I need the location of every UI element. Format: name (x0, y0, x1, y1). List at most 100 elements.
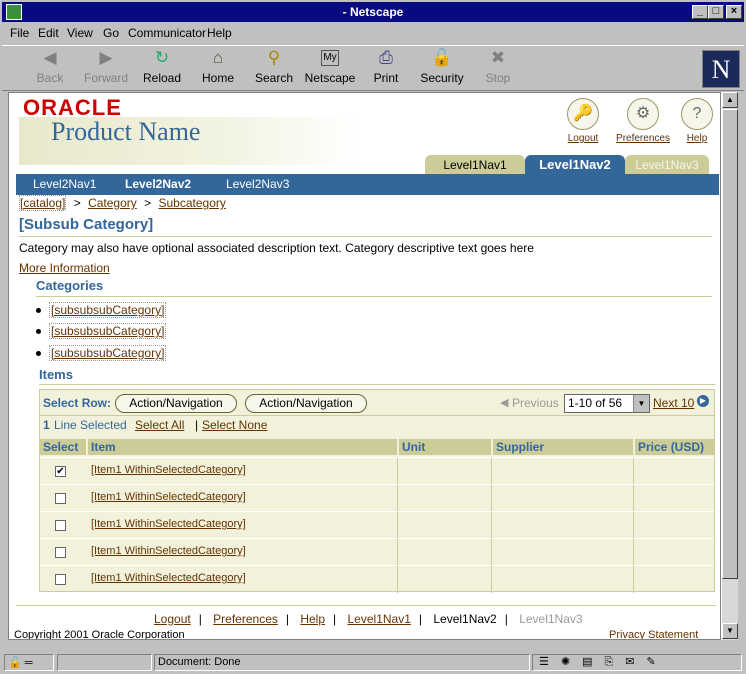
help-link[interactable]: Help (687, 133, 708, 144)
previous-link[interactable]: Previous (512, 396, 559, 410)
home-button[interactable]: ⌂ Home (190, 48, 246, 90)
column-header-price[interactable]: Price (USD) (635, 439, 714, 455)
close-button[interactable]: × (726, 5, 742, 19)
lock-icon: 🔓 (431, 48, 453, 67)
logout-icon: 🔑 (567, 98, 599, 130)
security-button[interactable]: 🔓 Security (414, 48, 470, 90)
home-icon: ⌂ (212, 48, 224, 67)
scroll-up-icon[interactable]: ▲ (722, 92, 738, 108)
page-range-select[interactable]: 1-10 of 56 ▼ (564, 394, 650, 413)
footer-level1nav3-link[interactable]: Level1Nav3 (519, 612, 582, 626)
minimize-button[interactable]: _ (692, 5, 708, 19)
price-cell (633, 512, 714, 539)
item-link[interactable]: [Item1 WithinSelectedCategory] (91, 572, 246, 584)
item-link[interactable]: [Item1 WithinSelectedCategory] (91, 464, 246, 476)
scroll-thumb[interactable] (722, 109, 738, 579)
window-title: - Netscape (342, 5, 404, 19)
footer-help-link[interactable]: Help (300, 612, 325, 626)
logout-link[interactable]: Logout (568, 133, 599, 144)
price-cell (633, 566, 714, 593)
stop-button[interactable]: ✖ Stop (470, 48, 526, 90)
row-select-checkbox[interactable] (55, 493, 66, 504)
chevron-down-icon[interactable]: ▼ (633, 395, 649, 412)
subcategory-link[interactable]: [subsubsubCategory] (49, 302, 167, 318)
forward-button[interactable]: ▶ Forward (78, 48, 134, 90)
column-header-supplier[interactable]: Supplier (493, 439, 633, 455)
row-select-checkbox[interactable] (55, 574, 66, 585)
search-button[interactable]: ⚲ Search (246, 48, 302, 90)
product-name: Product Name (51, 117, 201, 146)
unit-cell (397, 458, 491, 485)
level2-nav-bar: Level2Nav1 Level2Nav2 Level2Nav3 (16, 174, 719, 195)
my-netscape-icon: My (321, 50, 339, 66)
row-select-checkbox[interactable]: ✔ (55, 466, 66, 477)
global-help[interactable]: ? Help (679, 98, 715, 144)
column-header-item[interactable]: Item (88, 439, 397, 455)
action-navigation-button[interactable]: Action/Navigation (115, 394, 237, 413)
security-status[interactable]: 🔓 ═ (4, 654, 54, 671)
row-select-checkbox[interactable] (55, 547, 66, 558)
footer-preferences-link[interactable]: Preferences (213, 612, 278, 626)
back-button[interactable]: ◀ Back (22, 48, 78, 90)
action-navigation-button[interactable]: Action/Navigation (245, 394, 367, 413)
next-arrow-icon[interactable]: ▶ (697, 395, 709, 407)
vertical-scrollbar[interactable]: ▲ ▼ (721, 92, 738, 640)
menu-communicator[interactable]: Communicator (128, 26, 206, 40)
navigation-toolbar: ◀ Back ▶ Forward ↻ Reload ⌂ Home ⚲ Search My N… (2, 45, 744, 91)
window-title-bar: - Netscape _ □ × (2, 2, 744, 22)
supplier-cell (491, 458, 633, 485)
unit-cell (397, 512, 491, 539)
subnav-level2nav2[interactable]: Level2Nav2 (125, 177, 191, 191)
global-logout[interactable]: 🔑 Logout (561, 98, 605, 144)
table-row: [Item1 WithinSelectedCategory] (40, 538, 714, 566)
unit-cell (397, 539, 491, 566)
selected-text: Line Selected (54, 418, 127, 432)
item-link[interactable]: [Item1 WithinSelectedCategory] (91, 518, 246, 530)
unit-cell (397, 485, 491, 512)
breadcrumb-catalog[interactable]: [catalog] (19, 195, 67, 211)
price-cell (633, 458, 714, 485)
preferences-link[interactable]: Preferences (616, 133, 670, 144)
breadcrumb-category[interactable]: Category (88, 196, 137, 210)
select-row-label: Select Row: (43, 396, 112, 410)
global-preferences[interactable]: ⚙ Preferences (613, 98, 673, 144)
maximize-button[interactable]: □ (708, 5, 724, 19)
categories-heading: Categories (36, 278, 712, 297)
subnav-level2nav3[interactable]: Level2Nav3 (226, 177, 289, 191)
tab-level1nav2[interactable]: Level1Nav2 (525, 155, 625, 175)
item-link[interactable]: [Item1 WithinSelectedCategory] (91, 491, 246, 503)
privacy-statement-link[interactable]: Privacy Statement (609, 629, 698, 639)
breadcrumb-subcategory[interactable]: Subcategory (158, 196, 225, 210)
footer-logout-link[interactable]: Logout (154, 612, 191, 626)
column-header-unit[interactable]: Unit (399, 439, 491, 455)
print-button[interactable]: ⎙ Print (358, 48, 414, 90)
tab-level1nav1[interactable]: Level1Nav1 (425, 155, 525, 175)
menu-go[interactable]: Go (103, 26, 119, 40)
row-select-checkbox[interactable] (55, 520, 66, 531)
menu-help[interactable]: Help (207, 26, 232, 40)
subcategory-link[interactable]: [subsubsubCategory] (49, 323, 167, 339)
my-netscape-button[interactable]: My Netscape (302, 48, 358, 90)
netscape-logo: N (702, 50, 740, 88)
menu-view[interactable]: View (67, 26, 93, 40)
supplier-cell (491, 512, 633, 539)
component-bar[interactable]: ☰✺▤⎘✉✎ (532, 654, 742, 671)
search-icon: ⚲ (267, 48, 281, 67)
unit-cell (397, 566, 491, 593)
table-row: [Item1 WithinSelectedCategory] (40, 511, 714, 539)
more-information-link[interactable]: More Information (19, 261, 110, 275)
subcategory-link[interactable]: [subsubsubCategory] (49, 345, 167, 361)
items-heading: Items (39, 367, 715, 385)
bullet-icon (36, 308, 41, 314)
next-link[interactable]: Next 10 (653, 396, 694, 410)
footer-level1nav1-link[interactable]: Level1Nav1 (348, 612, 411, 626)
menu-file[interactable]: File (10, 26, 29, 40)
item-link[interactable]: [Item1 WithinSelectedCategory] (91, 545, 246, 557)
menu-edit[interactable]: Edit (38, 26, 59, 40)
subnav-level2nav1[interactable]: Level2Nav1 (33, 177, 96, 191)
tab-level1nav3[interactable]: Level1Nav3 (625, 155, 709, 175)
select-none-link[interactable]: Select None (202, 418, 267, 432)
select-all-link[interactable]: Select All (135, 418, 184, 432)
reload-button[interactable]: ↻ Reload (134, 48, 190, 90)
scroll-down-icon[interactable]: ▼ (722, 623, 738, 639)
